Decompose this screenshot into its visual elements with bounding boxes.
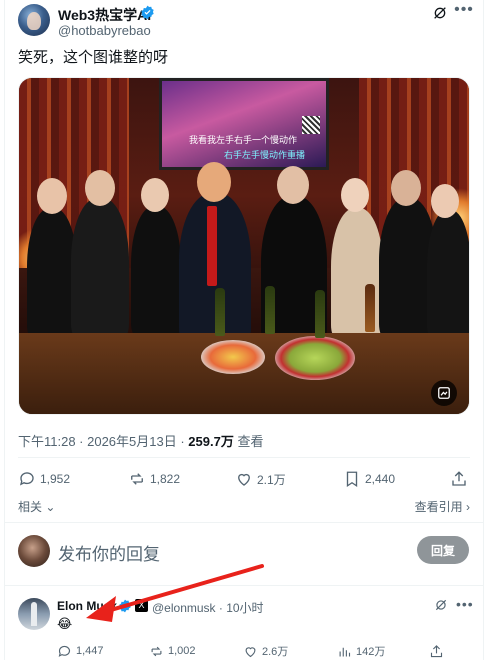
tweet-meta: 下午11:28 · 2026年5月13日 · 259.7万 查看 — [18, 431, 263, 450]
person-head — [277, 166, 309, 204]
image-edit-icon — [438, 387, 450, 399]
person — [131, 206, 181, 336]
tweet-text: 笑死，这个图谁整的呀 — [18, 49, 169, 66]
grok-icon[interactable] — [432, 5, 448, 21]
view-quotes-label: 查看引用 — [414, 500, 463, 514]
repost-count: 1,002 — [168, 645, 196, 657]
current-user-avatar[interactable] — [18, 535, 50, 567]
tweet-time[interactable]: 下午11:28 · 2026年5月13日 · — [18, 434, 188, 449]
heart-icon — [245, 646, 256, 657]
divider — [5, 522, 483, 523]
heart-icon — [238, 473, 250, 486]
repost-action[interactable]: 1,822 — [128, 468, 180, 490]
repost-action[interactable]: 1,002 — [149, 643, 196, 659]
red-tie — [207, 206, 217, 286]
verified-badge-icon — [119, 599, 131, 613]
more-options-icon[interactable]: ••• — [456, 596, 474, 612]
reply-count: 1,952 — [40, 472, 71, 486]
like-action[interactable]: 2.1万 — [235, 468, 286, 490]
x-affiliate-badge-icon: X — [135, 599, 148, 612]
verified-badge-icon — [141, 5, 154, 20]
share-icon — [430, 644, 443, 657]
related-link[interactable]: 相关 ⌄ — [18, 498, 55, 515]
grok-icon[interactable] — [434, 598, 448, 612]
divider — [5, 585, 483, 586]
chevron-down-icon: ⌄ — [45, 500, 56, 514]
person — [427, 210, 469, 338]
reply-action[interactable]: 1,447 — [57, 643, 104, 659]
tweet-actions: 1,952 1,822 2.1万 2,440 — [18, 468, 470, 490]
more-options-icon[interactable]: ••• — [454, 2, 474, 22]
chevron-right-icon: › — [466, 500, 470, 514]
share-action[interactable] — [429, 643, 444, 659]
person-head — [391, 170, 421, 206]
person — [331, 208, 383, 338]
person-head — [197, 162, 231, 202]
like-action[interactable]: 2.6万 — [243, 643, 288, 659]
view-count: 259.7万 — [188, 434, 234, 449]
reply-icon — [58, 645, 71, 657]
person — [27, 208, 77, 338]
like-count: 2.1万 — [257, 472, 286, 487]
views-chart-icon — [339, 647, 351, 656]
bottle — [315, 290, 325, 338]
repost-count: 1,822 — [150, 472, 181, 486]
repost-icon — [131, 473, 143, 485]
divider — [18, 457, 470, 458]
share-action[interactable] — [450, 468, 468, 490]
reply-author-name[interactable]: Elon Musk — [57, 599, 117, 613]
author-avatar[interactable] — [18, 4, 50, 36]
person-head — [341, 178, 369, 212]
author-name[interactable]: Web3热宝学AI — [58, 5, 151, 25]
karaoke-lyrics-line1: 我看我左手右手一个慢动作 — [189, 135, 298, 145]
bookmark-count: 2,440 — [365, 472, 396, 486]
person-head — [431, 184, 459, 218]
reply-actions: 1,447 1,002 2.6万 142万 — [57, 643, 467, 659]
person — [71, 198, 129, 338]
related-label: 相关 — [18, 500, 43, 514]
views-action[interactable]: 142万 — [337, 643, 385, 659]
image-alt-button[interactable] — [431, 380, 457, 406]
fruit-plate — [201, 340, 265, 374]
bookmark-action[interactable]: 2,440 — [343, 468, 395, 490]
person-head — [141, 178, 169, 212]
reply-button[interactable]: 回复 — [417, 536, 469, 564]
bottle — [365, 284, 375, 332]
view-count: 142万 — [356, 646, 386, 658]
karaoke-lyrics-line2: 右手左手慢动作重播 — [224, 150, 306, 160]
bottle — [265, 286, 275, 334]
reply-action[interactable]: 1,952 — [18, 468, 70, 490]
reply-author-handle[interactable]: @elonmusk · 10小时 — [152, 599, 264, 616]
reply-icon — [19, 472, 34, 486]
like-count: 2.6万 — [262, 646, 289, 658]
tweet-header: Web3热宝学AI @hotbabyrebao ••• — [18, 2, 474, 38]
bottle — [215, 288, 225, 336]
bookmark-icon — [346, 471, 358, 488]
tweet-photo[interactable]: 我看我左手右手一个慢动作 右手左手慢动作重播 — [18, 77, 470, 415]
views-label: 查看 — [233, 434, 264, 449]
reply-composer-input[interactable]: 发布你的回复 — [58, 540, 160, 565]
share-icon — [452, 471, 466, 486]
person-head — [37, 178, 67, 214]
view-quotes-link[interactable]: 查看引用 › — [415, 498, 470, 515]
author-handle[interactable]: @hotbabyrebao — [58, 23, 151, 38]
person-head — [85, 170, 115, 206]
reply-count: 1,447 — [76, 645, 104, 657]
reply-author-avatar[interactable] — [18, 598, 50, 630]
grape-plate — [275, 336, 355, 380]
qr-code — [302, 116, 320, 134]
repost-icon — [151, 646, 162, 656]
reply-text: 😂 — [57, 616, 73, 631]
